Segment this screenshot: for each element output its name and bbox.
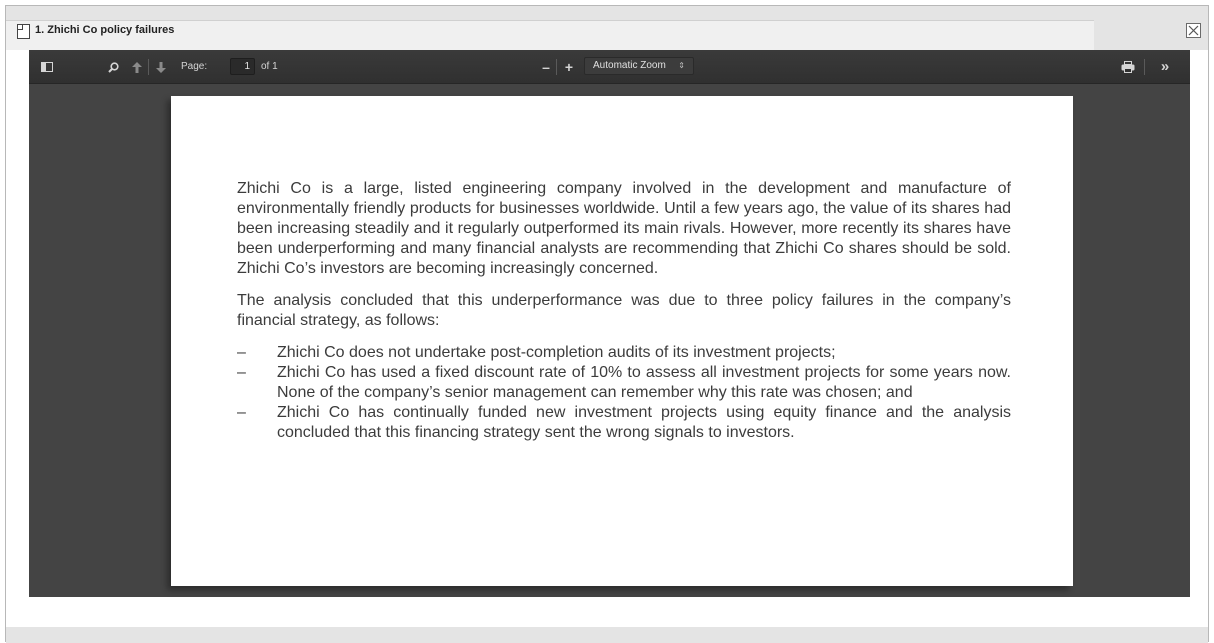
print-icon [1121, 61, 1135, 73]
zoom-select-value: Automatic Zoom [593, 60, 666, 71]
bullet-marker: – [237, 404, 246, 421]
list-item-text: Zhichi Co has continually funded new inv… [277, 404, 1011, 441]
print-button[interactable] [1120, 59, 1136, 75]
sidebar-toggle-button[interactable] [39, 59, 55, 75]
bullet-marker: – [237, 364, 246, 381]
bullet-marker: – [237, 344, 246, 361]
close-button[interactable] [1186, 23, 1201, 38]
sidebar-toggle-icon [41, 62, 53, 72]
page-total: of 1 [261, 61, 278, 72]
intro-paragraph: Zhichi Co is a large, listed engineering… [237, 180, 1011, 277]
select-arrows-icon: ⇕ [678, 61, 685, 70]
pdf-toolbar: Page: of 1 – + Automatic Zoom ⇕ » [29, 50, 1190, 84]
pdf-page: Zhichi Co is a large, listed engineering… [171, 96, 1073, 586]
page-label: Page: [181, 61, 208, 72]
close-icon [1188, 25, 1199, 36]
previous-page-button[interactable] [129, 59, 145, 75]
policy-failures-list: – Zhichi Co does not undertake post-comp… [237, 343, 1011, 443]
document-icon [17, 24, 30, 39]
document-viewer-window: 1. Zhichi Co policy failures Page: 1 of … [5, 5, 1209, 643]
list-item-text: Zhichi Co does not undertake post-comple… [277, 344, 836, 361]
page-number-input[interactable] [230, 58, 255, 75]
window-titlebar: 1. Zhichi Co policy failures [6, 6, 1208, 50]
list-item: – Zhichi Co has used a fixed discount ra… [237, 363, 1011, 403]
window-title: 1. Zhichi Co policy failures [35, 24, 175, 36]
more-tools-button[interactable]: » [1157, 59, 1173, 75]
pdf-viewer: Page: of 1 – + Automatic Zoom ⇕ » [29, 50, 1190, 597]
list-item: – Zhichi Co has continually funded new i… [237, 403, 1011, 443]
search-icon [107, 61, 119, 73]
window-footer [6, 627, 1208, 643]
page-content: Zhichi Co is a large, listed engineering… [237, 179, 1011, 443]
analysis-paragraph: The analysis concluded that this underpe… [237, 292, 1011, 329]
arrow-down-icon [156, 61, 166, 73]
next-page-button[interactable] [153, 59, 169, 75]
list-item: – Zhichi Co does not undertake post-comp… [237, 343, 1011, 363]
zoom-in-button[interactable]: + [561, 59, 577, 75]
zoom-out-button[interactable]: – [538, 59, 554, 75]
zoom-select[interactable]: Automatic Zoom ⇕ [584, 57, 694, 75]
search-button[interactable] [105, 59, 121, 75]
list-item-text: Zhichi Co has used a fixed discount rate… [277, 364, 1011, 401]
arrow-up-icon [132, 61, 142, 73]
